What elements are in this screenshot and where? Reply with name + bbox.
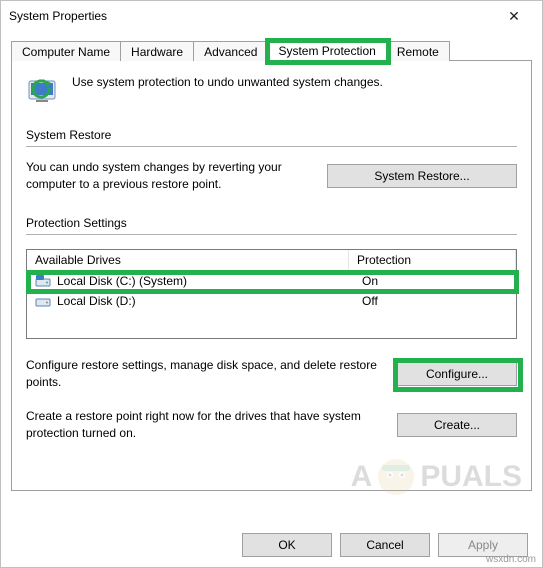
group-system-restore: You can undo system changes by reverting… xyxy=(26,146,517,194)
configure-button[interactable]: Configure... xyxy=(397,362,517,386)
group-protection-settings: Available Drives Protection Local Disk (… xyxy=(26,234,517,443)
tab-label: Remote xyxy=(397,45,439,59)
tab-body-system-protection: Use system protection to undo unwanted s… xyxy=(11,61,532,491)
column-header-drives[interactable]: Available Drives xyxy=(27,250,349,270)
intro-text: Use system protection to undo unwanted s… xyxy=(72,75,383,89)
button-label: Create... xyxy=(434,418,480,432)
intro-row: Use system protection to undo unwanted s… xyxy=(26,75,517,114)
button-label: Cancel xyxy=(366,538,403,552)
tab-system-protection[interactable]: System Protection xyxy=(267,40,386,61)
tab-remote[interactable]: Remote xyxy=(386,41,450,61)
cancel-button[interactable]: Cancel xyxy=(340,533,430,557)
button-label: Apply xyxy=(468,538,498,552)
create-description: Create a restore point right now for the… xyxy=(26,408,389,443)
button-label: OK xyxy=(278,538,295,552)
drive-protection: On xyxy=(362,274,378,288)
drive-row[interactable]: Local Disk (C:) (System) On xyxy=(27,271,516,291)
drive-row[interactable]: Local Disk (D:) Off xyxy=(27,291,516,311)
group-label-system-restore: System Restore xyxy=(26,128,517,142)
tab-computer-name[interactable]: Computer Name xyxy=(11,41,121,61)
system-restore-description: You can undo system changes by reverting… xyxy=(26,159,319,194)
drive-protection: Off xyxy=(362,294,378,308)
group-label-protection-settings: Protection Settings xyxy=(26,216,517,230)
button-label: Configure... xyxy=(426,367,488,381)
footer-mark: wsxdn.com xyxy=(486,554,536,565)
tab-label: System Protection xyxy=(278,44,375,58)
tab-strip: Computer Name Hardware Advanced System P… xyxy=(11,37,532,61)
system-properties-window: System Properties ✕ Computer Name Hardwa… xyxy=(0,0,543,568)
system-protection-icon xyxy=(26,75,62,114)
titlebar: System Properties ✕ xyxy=(1,1,542,31)
close-icon: ✕ xyxy=(508,8,520,25)
drive-icon xyxy=(35,294,51,308)
close-button[interactable]: ✕ xyxy=(494,2,534,30)
window-title: System Properties xyxy=(9,9,494,23)
system-restore-button[interactable]: System Restore... xyxy=(327,164,517,188)
tab-advanced[interactable]: Advanced xyxy=(193,41,268,61)
ok-button[interactable]: OK xyxy=(242,533,332,557)
drives-list[interactable]: Available Drives Protection Local Disk (… xyxy=(26,249,517,339)
drives-header: Available Drives Protection xyxy=(27,250,516,271)
drive-name: Local Disk (D:) xyxy=(57,294,136,308)
drive-icon xyxy=(35,274,51,288)
tab-label: Hardware xyxy=(131,45,183,59)
content-area: Computer Name Hardware Advanced System P… xyxy=(1,31,542,491)
tab-hardware[interactable]: Hardware xyxy=(120,41,194,61)
button-label: System Restore... xyxy=(374,169,469,183)
drive-name: Local Disk (C:) (System) xyxy=(57,274,187,288)
create-button[interactable]: Create... xyxy=(397,413,517,437)
configure-description: Configure restore settings, manage disk … xyxy=(26,357,389,392)
tab-label: Advanced xyxy=(204,45,257,59)
column-header-protection[interactable]: Protection xyxy=(349,250,516,270)
tab-label: Computer Name xyxy=(22,45,110,59)
